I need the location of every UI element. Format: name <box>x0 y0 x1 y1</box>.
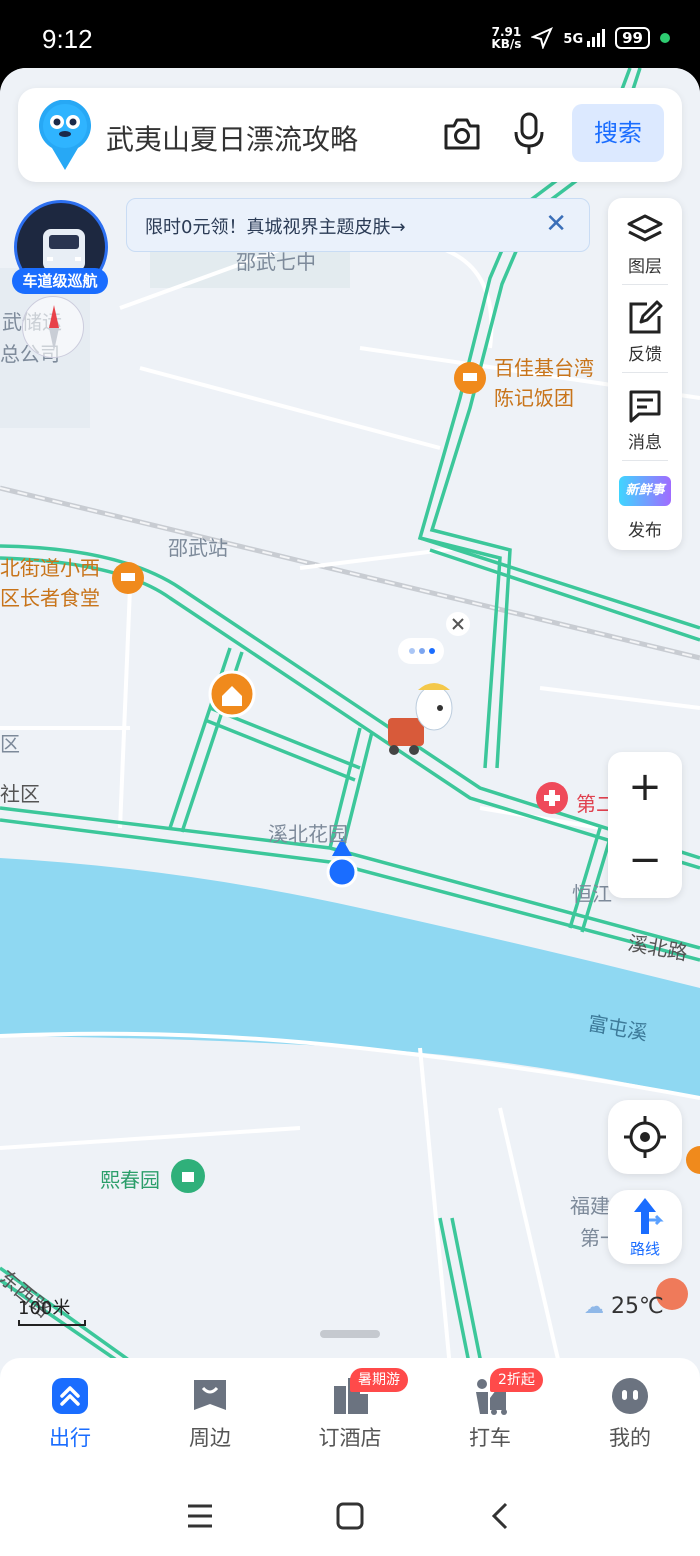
location-arrow-icon <box>531 27 554 49</box>
park-poi-icon <box>171 1159 205 1193</box>
tool-publish[interactable]: 新鲜事 发布 <box>608 462 682 548</box>
weather-widget[interactable]: ☁ 25℃ <box>584 1294 664 1319</box>
tool-layers[interactable]: 图层 <box>608 198 682 284</box>
route-button[interactable]: 路线 <box>608 1190 682 1264</box>
search-bar[interactable]: 武夷山夏日漂流攻略 搜索 <box>18 88 682 182</box>
map-label-garden[interactable]: 溪北花园 <box>268 818 348 847</box>
search-input[interactable]: 武夷山夏日漂流攻略 <box>106 118 358 158</box>
map-scale-bar <box>18 1320 86 1326</box>
crosshair-icon <box>624 1116 666 1158</box>
map-scale-label: 100米 <box>18 1298 71 1319</box>
divider <box>622 460 668 461</box>
locate-me-button[interactable] <box>608 1100 682 1174</box>
publish-icon: 新鲜事 <box>619 476 671 506</box>
status-bar: 9:12 7.91 KB/s 5G 99 <box>0 0 700 78</box>
battery-icon: 99 <box>615 27 650 49</box>
travel-icon <box>52 1378 88 1414</box>
mascot-close-icon <box>446 612 470 636</box>
divider <box>622 372 668 373</box>
map-label-canteen-2[interactable]: 区长者食堂 <box>0 582 100 611</box>
zoom-out-button[interactable]: − <box>608 825 682 898</box>
mascot-bubble-icon <box>398 638 444 664</box>
signal-icon: 5G <box>563 29 606 47</box>
divider <box>622 284 668 285</box>
home-marker-icon <box>208 670 256 718</box>
net-speed: 7.91 KB/s <box>491 25 522 51</box>
menu-icon[interactable] <box>180 1496 220 1536</box>
map-label-station[interactable]: 邵武站 <box>168 532 228 561</box>
zoom-control: + − <box>608 752 682 898</box>
profile-icon <box>612 1378 648 1414</box>
tab-hotel[interactable]: 暑期游 订酒店 <box>280 1368 420 1466</box>
home-icon[interactable] <box>330 1496 370 1536</box>
restaurant-poi-icon <box>112 562 144 594</box>
map-label-restaurant[interactable]: 百佳基台湾 <box>494 352 594 381</box>
close-icon[interactable]: ✕ <box>545 209 567 239</box>
microphone-icon[interactable] <box>512 112 546 156</box>
camera-icon[interactable] <box>442 116 482 152</box>
back-icon[interactable] <box>480 1496 520 1536</box>
zoom-in-button[interactable]: + <box>608 752 682 825</box>
bottom-tab-bar: 出行 周边 暑期游 订酒店 2折起 打车 我的 <box>0 1358 700 1476</box>
hotel-tag: 暑期游 <box>350 1368 408 1392</box>
hospital-poi-icon <box>536 782 568 814</box>
map-label-district: 区 <box>0 732 20 756</box>
temperature: 25℃ <box>611 1294 664 1319</box>
map-label-hengjiang: 恒江 <box>572 882 612 906</box>
map-label-xichun[interactable]: 熙春园 <box>100 1164 160 1193</box>
tab-taxi[interactable]: 2折起 打车 <box>420 1368 560 1466</box>
layers-icon <box>627 214 663 242</box>
sheet-drag-handle[interactable] <box>320 1330 380 1338</box>
status-icons: 7.91 KB/s 5G 99 <box>491 26 670 50</box>
tab-travel[interactable]: 出行 <box>0 1376 140 1466</box>
search-button[interactable]: 搜索 <box>572 104 664 162</box>
route-arrow-icon <box>634 1198 664 1234</box>
feedback-icon <box>629 300 663 334</box>
cloud-icon: ☁ <box>584 1294 604 1318</box>
map-app: 邵武七中 武储运 总公司 百佳基台湾 陈记饭团 邵武站 北街道小西 区长者食堂 … <box>0 68 700 1476</box>
status-time: 9:12 <box>42 24 93 54</box>
app-logo-icon <box>39 100 91 170</box>
message-icon <box>629 390 661 423</box>
map-label-restaurant-2[interactable]: 陈记饭团 <box>494 382 574 411</box>
taxi-tag: 2折起 <box>490 1368 543 1392</box>
promo-banner[interactable]: 限时0元领！真城视界主题皮肤→ ✕ <box>126 198 590 252</box>
restaurant-poi-icon <box>454 362 486 394</box>
system-nav-bar <box>0 1476 700 1556</box>
map-tools-panel: 图层 反馈 消息 新鲜事 发布 <box>608 198 682 550</box>
tool-feedback[interactable]: 反馈 <box>608 286 682 372</box>
lane-cruise-label[interactable]: 车道级巡航 <box>12 268 108 294</box>
tab-nearby[interactable]: 周边 <box>140 1376 280 1466</box>
tool-messages[interactable]: 消息 <box>608 374 682 460</box>
privacy-dot <box>660 33 670 43</box>
compass-icon[interactable] <box>22 296 84 358</box>
nearby-icon <box>194 1380 226 1410</box>
map-label-fujian: 福建 <box>570 1194 610 1218</box>
map-label-community: 社区 <box>0 782 40 806</box>
tab-profile[interactable]: 我的 <box>560 1376 700 1466</box>
promo-text[interactable]: 限时0元领！真城视界主题皮肤→ <box>145 213 406 239</box>
map-label-canteen[interactable]: 北街道小西 <box>0 552 100 581</box>
